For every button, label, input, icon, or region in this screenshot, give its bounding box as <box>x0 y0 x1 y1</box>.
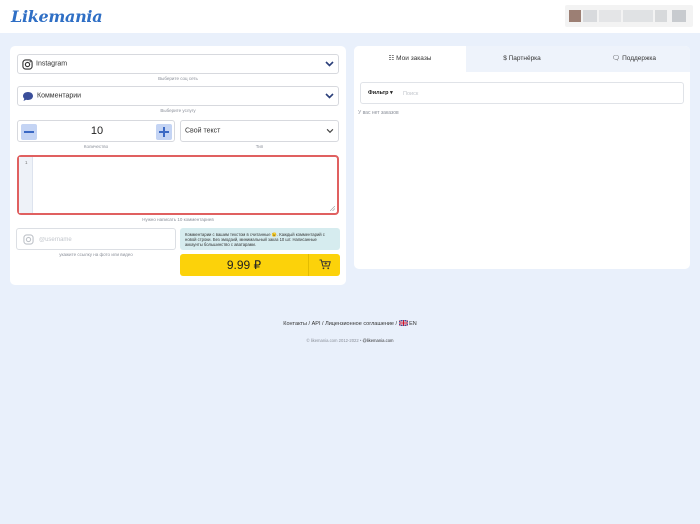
footer-separator: / <box>308 321 311 327</box>
line-number: 1 <box>25 160 28 165</box>
filter-dropdown[interactable]: Фильтр ▾ <box>368 90 393 96</box>
user-account-area[interactable] <box>565 5 693 27</box>
tab-label: Мои заказы <box>396 55 432 62</box>
site-logo[interactable]: Likemania <box>11 7 103 26</box>
decrement-button[interactable] <box>21 124 37 140</box>
dollar-icon: $ <box>503 55 507 62</box>
link-input[interactable] <box>39 234 169 245</box>
chevron-down-icon <box>325 93 334 99</box>
empty-orders-text: У вас нет заказов <box>358 110 399 116</box>
footer-link-contacts[interactable]: Контакты <box>283 321 307 327</box>
blurred-block <box>583 10 597 22</box>
service-info-box: Комментарии с вашим текстом в считанные … <box>180 228 340 250</box>
language-switch[interactable]: EN <box>398 319 417 327</box>
type-value: Свой текст <box>185 127 221 135</box>
footer-link-license[interactable]: Лицензионное соглашение <box>325 321 394 327</box>
link-field[interactable] <box>16 228 176 250</box>
footer-links: Контакты / API / Лицензионное соглашение… <box>0 319 700 327</box>
comment-icon <box>23 92 33 101</box>
tab-partner[interactable]: $ Партнёрка <box>466 46 578 72</box>
copyright-handle[interactable]: @likemania.com <box>363 338 394 343</box>
tab-support[interactable]: 🗨 Поддержка <box>578 46 690 72</box>
tab-label: Поддержка <box>622 55 656 62</box>
service-select[interactable]: Комментарии <box>17 86 339 106</box>
blurred-block <box>623 10 653 22</box>
copyright-text: © likemania.com 2012-2022 • @likemania.c… <box>0 338 700 343</box>
tab-bar: ☷ Мои заказы $ Партнёрка 🗨 Поддержка <box>354 46 690 72</box>
list-icon: ☷ <box>388 55 395 62</box>
resize-handle-icon[interactable] <box>330 206 335 211</box>
blurred-block <box>672 10 686 22</box>
network-value: Instagram <box>36 60 68 68</box>
chevron-down-icon <box>325 61 334 67</box>
type-select[interactable]: Свой текст <box>180 120 339 142</box>
type-hint: Тип <box>255 144 264 149</box>
service-hint: Выберите услугу <box>160 108 196 113</box>
quantity-value[interactable]: 10 <box>78 125 116 137</box>
increment-button[interactable] <box>156 124 172 140</box>
tab-label: Партнёрка <box>508 55 541 62</box>
chat-icon: 🗨 <box>612 55 621 62</box>
network-hint: Выберите соц сеть <box>158 76 198 81</box>
footer-separator: / <box>322 321 324 327</box>
orders-card <box>354 46 690 269</box>
network-select[interactable]: Instagram <box>17 54 339 74</box>
footer-separator: / <box>395 321 398 327</box>
quantity-hint: Количество <box>83 144 109 149</box>
instagram-icon <box>23 234 34 245</box>
uk-flag-icon <box>398 319 408 327</box>
filter-label: Фильтр <box>368 90 389 96</box>
instagram-icon <box>22 59 33 70</box>
chevron-down-icon <box>326 128 334 134</box>
top-bar: Likemania <box>0 0 700 33</box>
comments-textarea[interactable]: 1 <box>17 155 339 215</box>
blurred-block <box>599 10 621 22</box>
orders-filter-bar: Фильтр ▾ <box>360 82 684 104</box>
cart-icon <box>319 259 331 270</box>
comments-hint: Нужно написать 10 комментариев <box>142 217 214 222</box>
minus-icon <box>24 131 34 133</box>
price-button[interactable]: 9.99 ₽ <box>180 254 308 276</box>
service-value: Комментарии <box>37 92 82 100</box>
plus-icon-vertical <box>163 127 165 137</box>
tab-my-orders[interactable]: ☷ Мои заказы <box>354 46 466 72</box>
language-label: EN <box>409 321 417 327</box>
copyright-notice: © likemania.com 2012-2022 • <box>306 338 362 343</box>
link-hint: укажите ссылку на фото или видео <box>59 252 133 257</box>
blurred-block <box>655 10 667 22</box>
line-number-gutter: 1 <box>19 157 33 213</box>
footer-link-api[interactable]: API <box>312 321 321 327</box>
avatar <box>569 10 581 22</box>
orders-search-input[interactable] <box>403 89 603 99</box>
add-to-cart-button[interactable] <box>308 254 340 276</box>
quantity-stepper[interactable]: 10 <box>17 120 175 142</box>
